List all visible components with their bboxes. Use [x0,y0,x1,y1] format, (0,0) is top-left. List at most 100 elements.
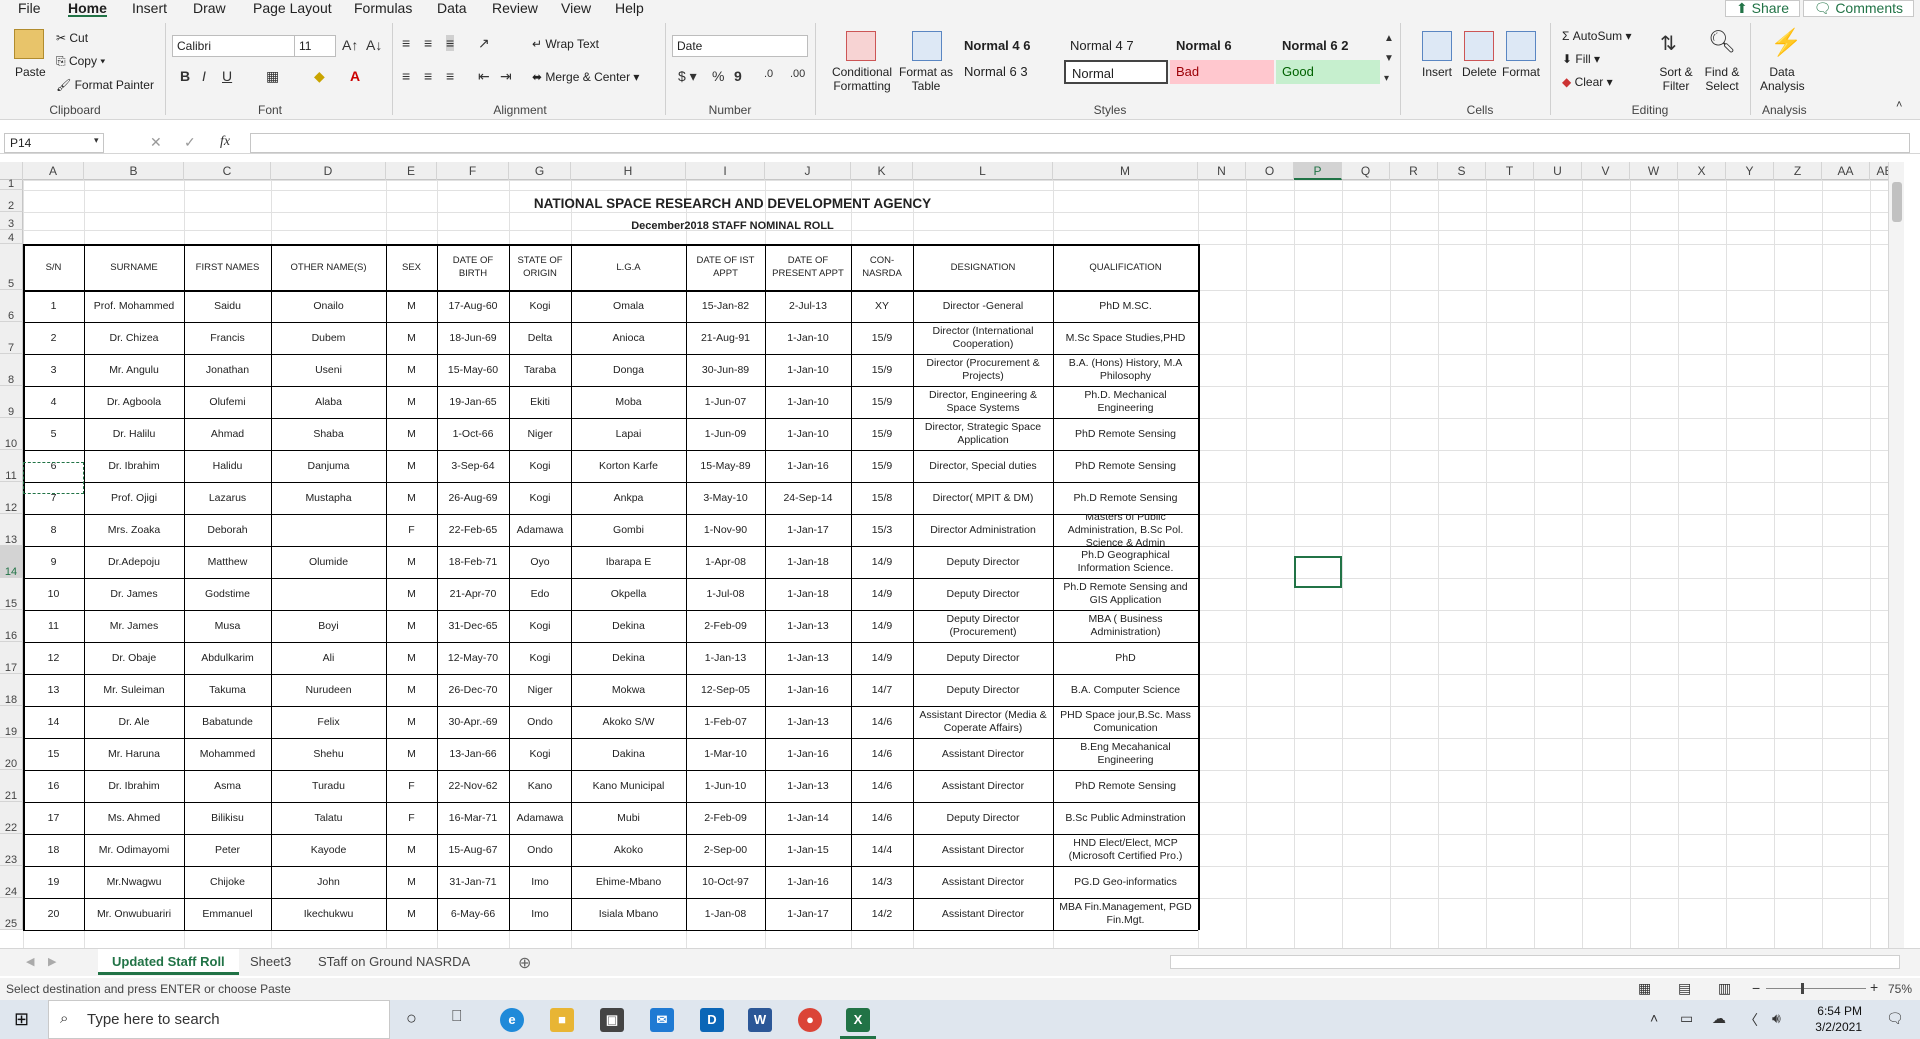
table-cell[interactable]: 14/2 [853,898,911,930]
table-cell[interactable]: 1-Apr-08 [688,546,763,578]
table-cell[interactable]: 15/9 [853,450,911,482]
increase-decimal-icon[interactable]: .0 [764,68,773,80]
autosum-button[interactable]: Σ AutoSum ▾ [1562,29,1631,43]
table-cell[interactable]: 14/6 [853,802,911,834]
word-icon[interactable]: W [748,1008,772,1032]
collapse-ribbon-icon[interactable]: ˄ [1896,99,1902,111]
style-good[interactable]: Good [1276,60,1380,84]
table-cell[interactable]: 1-Jan-13 [767,770,849,802]
table-cell[interactable]: 15/9 [853,354,911,386]
font-size-select[interactable]: 11 [294,35,336,57]
table-cell[interactable]: 1-Jan-10 [767,322,849,354]
cut-button[interactable]: ✂ Cut [56,31,88,45]
dell-icon[interactable]: D [700,1008,724,1032]
sort-filter-button[interactable]: Sort & Filter [1654,65,1698,93]
column-header[interactable]: K [851,162,913,180]
table-cell[interactable]: 15/9 [853,418,911,450]
table-cell[interactable]: 19-Jan-65 [439,386,507,418]
table-cell[interactable]: 16-Mar-71 [439,802,507,834]
table-cell[interactable]: PHD Space jour,B.Sc. Mass Comunication [1055,706,1196,738]
table-cell[interactable]: PG.D Geo-informatics [1055,866,1196,898]
font-name-select[interactable]: Calibri [172,35,296,57]
conditional-formatting-icon[interactable] [846,31,876,61]
row-header[interactable]: 5 [0,244,23,290]
scroll-thumb[interactable] [1892,182,1902,222]
table-cell[interactable]: 10 [25,578,82,610]
table-cell[interactable]: M [388,866,435,898]
column-header[interactable]: V [1582,162,1630,180]
column-header[interactable]: L [913,162,1053,180]
column-header[interactable]: M [1053,162,1198,180]
table-cell[interactable]: Talatu [273,802,384,834]
row-header[interactable]: 25 [0,898,23,930]
table-cell[interactable]: Dekina [573,642,684,674]
data-analysis-icon[interactable]: ⚡ [1770,27,1802,58]
table-cell[interactable]: M [388,738,435,770]
table-cell[interactable]: Ph.D Geographical Information Science. [1055,546,1196,578]
row-header[interactable]: 1 [0,179,23,190]
table-cell[interactable]: 1-Jun-10 [688,770,763,802]
table-cell[interactable]: 30-Apr.-69 [439,706,507,738]
share-button[interactable]: ⬆ Share [1725,0,1800,17]
table-cell[interactable]: Kayode [273,834,384,866]
table-cell[interactable]: Lapai [573,418,684,450]
table-cell[interactable]: Dr. Ibrahim [86,770,182,802]
table-cell[interactable]: Prof. Mohammed [86,290,182,322]
table-cell[interactable]: 1-Jan-17 [767,514,849,546]
table-cell[interactable]: Ibarapa E [573,546,684,578]
zoom-in-icon[interactable]: + [1870,979,1878,995]
table-cell[interactable]: Kogi [511,610,569,642]
copy-button[interactable]: ⎘ Copy ▾ [56,54,105,69]
table-cell[interactable]: Turadu [273,770,384,802]
table-cell[interactable]: 9 [25,546,82,578]
table-cell[interactable]: Dakina [573,738,684,770]
table-cell[interactable]: Imo [511,866,569,898]
table-cell[interactable]: 15 [25,738,82,770]
table-cell[interactable]: 3 [25,354,82,386]
table-cell[interactable]: M [388,706,435,738]
sheet-tab-staff-on-ground[interactable]: STaff on Ground NASRDA [304,949,484,975]
table-cell[interactable]: 1-Jan-16 [767,450,849,482]
table-cell[interactable]: Olumide [273,546,384,578]
wifi-icon[interactable]: 〈 [1744,1010,1758,1030]
table-cell[interactable]: Edo [511,578,569,610]
excel-icon[interactable]: X [846,1008,870,1032]
fill-color-icon[interactable]: ◆ [314,68,325,85]
table-header-cell[interactable]: SURNAME [86,244,182,290]
row-header[interactable]: 20 [0,738,23,770]
format-cells-button[interactable]: Format [1502,65,1540,79]
italic-icon[interactable]: I [202,68,206,84]
insert-cells-icon[interactable] [1422,31,1452,61]
zoom-level[interactable]: 75% [1888,982,1912,996]
table-cell[interactable]: M [388,898,435,930]
table-cell[interactable]: 1-Mar-10 [688,738,763,770]
horizontal-scrollbar[interactable] [1170,955,1900,969]
table-cell[interactable]: 18-Feb-71 [439,546,507,578]
table-cell[interactable]: Director, Special duties [915,450,1051,482]
table-cell[interactable]: 1-Feb-07 [688,706,763,738]
column-header[interactable]: Q [1342,162,1390,180]
format-table-icon[interactable] [912,31,942,61]
table-cell[interactable]: 1 [25,290,82,322]
taskbar-search[interactable]: Type here to search [48,1000,390,1039]
row-header[interactable]: 13 [0,514,23,546]
table-cell[interactable]: F [388,802,435,834]
align-center-icon[interactable]: ≡ [424,68,432,84]
windows-start-icon[interactable]: ⊞ [14,1009,29,1030]
table-cell[interactable]: Shaba [273,418,384,450]
table-cell[interactable]: M [388,354,435,386]
table-cell[interactable]: Mr. Odimayomi [86,834,182,866]
add-sheet-icon[interactable]: ⊕ [518,953,531,973]
table-cell[interactable]: PhD [1055,642,1196,674]
row-header[interactable]: 12 [0,482,23,514]
table-cell[interactable]: Felix [273,706,384,738]
table-cell[interactable]: 21-Apr-70 [439,578,507,610]
tab-help[interactable]: Help [615,0,644,17]
style-normal-4-7[interactable]: Normal 4 7 [1064,34,1168,58]
table-cell[interactable]: 17 [25,802,82,834]
table-header-cell[interactable]: L.G.A [573,244,684,290]
table-cell[interactable]: M [388,386,435,418]
table-cell[interactable]: Dekina [573,610,684,642]
table-cell[interactable]: M [388,546,435,578]
table-cell[interactable]: 22-Nov-62 [439,770,507,802]
